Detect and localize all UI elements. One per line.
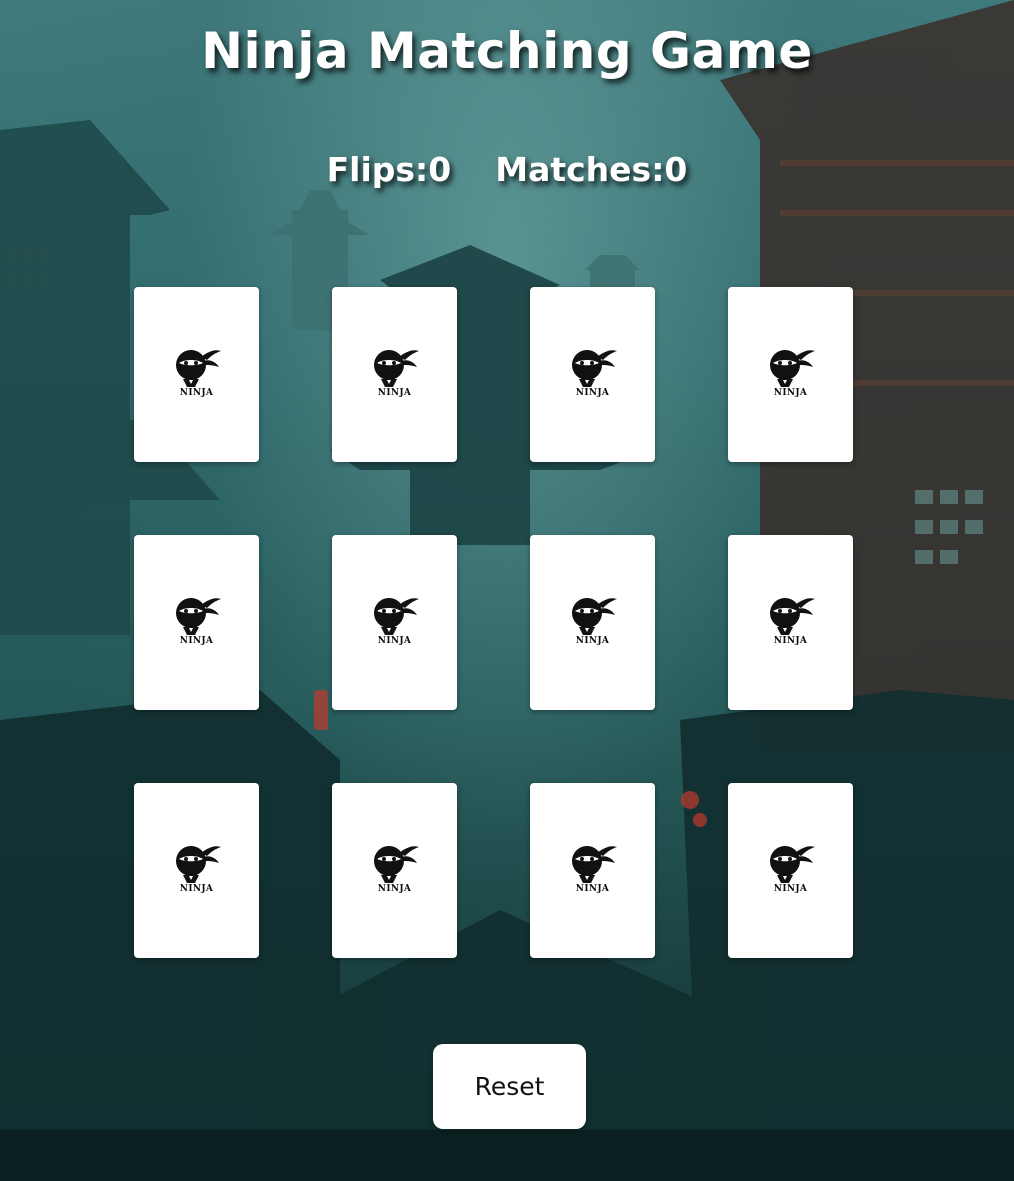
ninja-logo-text: NINJA — [179, 884, 214, 894]
memory-card-4[interactable]: NINJA — [728, 287, 853, 462]
matches-value: 0 — [664, 150, 688, 189]
game-container: Ninja Matching Game Flips: 0 Matches: 0 — [0, 0, 1014, 1181]
ninja-logo-text: NINJA — [575, 884, 610, 894]
ninja-logo-text: NINJA — [377, 884, 412, 894]
ninja-logo: NINJA — [567, 595, 619, 646]
memory-card-11[interactable]: NINJA — [530, 783, 655, 958]
ninja-logo: NINJA — [765, 595, 817, 646]
card-grid: NINJA NINJA NINJA NINJA NINJA NINJA NINJ… — [134, 287, 853, 958]
memory-card-2[interactable]: NINJA — [332, 287, 457, 462]
ninja-logo: NINJA — [765, 843, 817, 894]
ninja-head-icon — [175, 846, 221, 883]
ninja-logo: NINJA — [171, 843, 223, 894]
memory-card-7[interactable]: NINJA — [530, 535, 655, 710]
ninja-head-icon — [571, 846, 617, 883]
memory-card-9[interactable]: NINJA — [134, 783, 259, 958]
matches-counter: Matches: 0 — [495, 150, 687, 189]
ninja-head-icon — [373, 846, 419, 883]
memory-card-6[interactable]: NINJA — [332, 535, 457, 710]
ninja-head-icon — [769, 350, 815, 387]
game-title: Ninja Matching Game — [201, 22, 813, 80]
memory-card-8[interactable]: NINJA — [728, 535, 853, 710]
ninja-logo: NINJA — [171, 595, 223, 646]
ninja-logo: NINJA — [567, 843, 619, 894]
ninja-logo: NINJA — [567, 347, 619, 398]
ninja-head-icon — [175, 598, 221, 635]
matches-label: Matches: — [495, 150, 665, 189]
ninja-logo-text: NINJA — [179, 388, 214, 398]
ninja-logo-text: NINJA — [773, 884, 808, 894]
memory-card-10[interactable]: NINJA — [332, 783, 457, 958]
ninja-head-icon — [175, 350, 221, 387]
memory-card-12[interactable]: NINJA — [728, 783, 853, 958]
ninja-head-icon — [769, 598, 815, 635]
ninja-logo: NINJA — [369, 843, 421, 894]
flips-value: 0 — [428, 150, 452, 189]
ninja-logo-text: NINJA — [179, 636, 214, 646]
ninja-head-icon — [373, 598, 419, 635]
ninja-logo-text: NINJA — [773, 388, 808, 398]
ninja-logo: NINJA — [369, 347, 421, 398]
memory-card-3[interactable]: NINJA — [530, 287, 655, 462]
ninja-logo-text: NINJA — [773, 636, 808, 646]
flips-counter: Flips: 0 — [327, 150, 452, 189]
ninja-logo: NINJA — [369, 595, 421, 646]
ninja-logo-text: NINJA — [575, 388, 610, 398]
ninja-head-icon — [571, 598, 617, 635]
ninja-head-icon — [769, 846, 815, 883]
memory-card-5[interactable]: NINJA — [134, 535, 259, 710]
ninja-head-icon — [373, 350, 419, 387]
flips-label: Flips: — [326, 150, 429, 189]
score-board: Flips: 0 Matches: 0 — [0, 150, 1014, 189]
memory-card-1[interactable]: NINJA — [134, 287, 259, 462]
ninja-head-icon — [571, 350, 617, 387]
ninja-logo: NINJA — [765, 347, 817, 398]
ninja-logo: NINJA — [171, 347, 223, 398]
ninja-logo-text: NINJA — [575, 636, 610, 646]
reset-button[interactable]: Reset — [433, 1044, 586, 1129]
ninja-logo-text: NINJA — [377, 388, 412, 398]
ninja-logo-text: NINJA — [377, 636, 412, 646]
